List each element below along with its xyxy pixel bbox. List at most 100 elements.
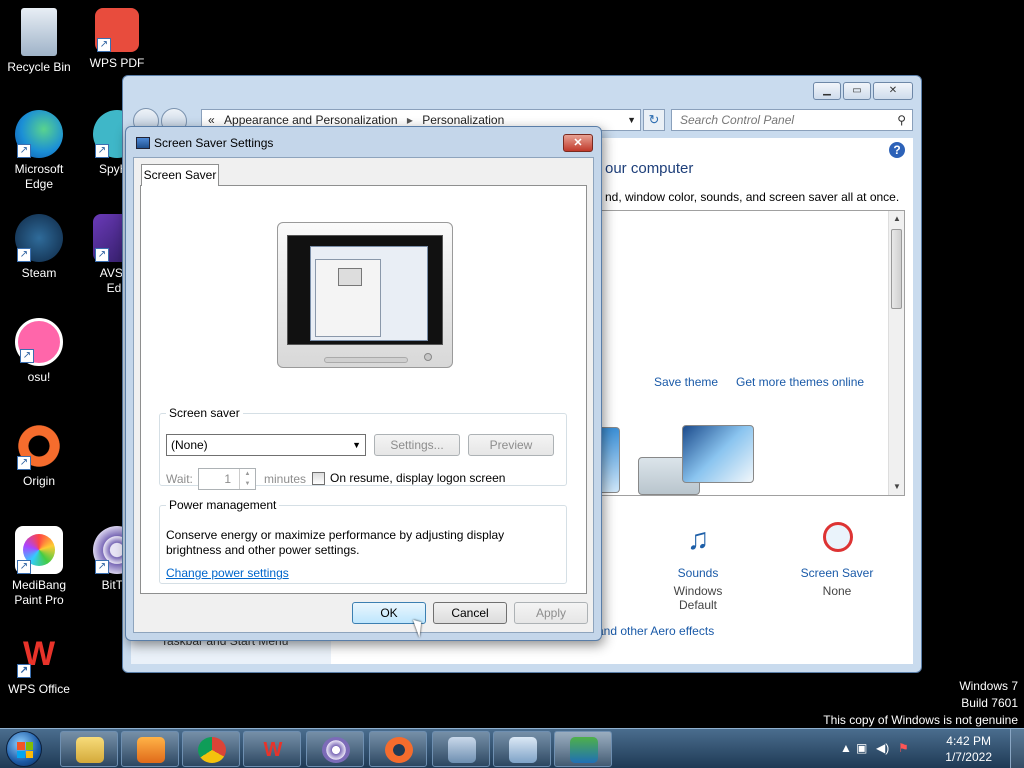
taskbar-chrome[interactable] xyxy=(182,731,240,767)
edge-icon: ↗ xyxy=(15,110,63,158)
close-button[interactable]: ✕ xyxy=(873,82,913,100)
power-management-group: Power management Conserve energy or maxi… xyxy=(159,498,567,584)
bittorrent-icon xyxy=(322,737,350,763)
screen-saver-selected: (None) xyxy=(171,438,208,452)
desktop-icon-medibang[interactable]: ↗ MediBang Paint Pro xyxy=(0,526,78,608)
desktop-icon-wps-pdf[interactable]: ↗ WPS PDF xyxy=(78,8,156,71)
wps-pdf-icon: ↗ xyxy=(95,8,139,52)
chevron-right-icon[interactable]: ▸ xyxy=(407,113,413,127)
theme-list[interactable]: Save theme Get more themes online ▲ ▼ xyxy=(597,210,905,496)
help-icon[interactable]: ? xyxy=(889,142,905,158)
taskbar-network-setup[interactable] xyxy=(432,731,490,767)
tab-screen-saver[interactable]: Screen Saver xyxy=(141,164,219,186)
shortcut-arrow-icon: ↗ xyxy=(95,560,109,574)
wait-minutes-input[interactable]: 1 ▲ ▼ xyxy=(198,468,256,490)
windows-watermark: Windows 7 Build 7601 This copy of Window… xyxy=(823,678,1018,729)
change-power-settings-link[interactable]: Change power settings xyxy=(166,566,289,580)
sounds-link[interactable]: Sounds xyxy=(653,566,743,580)
volume-icon[interactable]: ◀) xyxy=(876,741,889,755)
chevron-up-icon[interactable]: ▲ xyxy=(840,741,852,755)
taskbar-control-panel[interactable] xyxy=(493,731,551,767)
clock-date: 1/7/2022 xyxy=(945,750,992,764)
dialog-close-button[interactable]: ✕ xyxy=(563,134,593,152)
sounds-tile[interactable]: ♫ Sounds Windows Default xyxy=(653,518,743,612)
preview-button[interactable]: Preview xyxy=(468,434,554,456)
origin-icon: ↗ xyxy=(15,422,63,470)
wps-office-icon: W ↗ xyxy=(15,630,63,678)
theme-list-scrollbar[interactable]: ▲ ▼ xyxy=(888,211,904,495)
desktop-icon-label: Microsoft Edge xyxy=(14,162,64,191)
preview-screen xyxy=(287,235,443,345)
get-more-themes-link[interactable]: Get more themes online xyxy=(736,375,864,389)
clock[interactable]: 4:42 PM 1/7/2022 xyxy=(945,733,992,765)
network-setup-icon xyxy=(448,737,476,763)
dialog-title: Screen Saver Settings xyxy=(154,136,274,150)
breadcrumb-appearance[interactable]: Appearance and Personalization xyxy=(224,113,397,127)
clock-time: 4:42 PM xyxy=(946,734,991,748)
screen-saver-tile[interactable]: Screen Saver None xyxy=(787,518,887,598)
screen-saver-icon xyxy=(817,518,857,562)
scroll-down-icon[interactable]: ▼ xyxy=(889,479,905,495)
recycle-bin-icon xyxy=(21,8,57,56)
screen-saver-value: None xyxy=(822,584,852,598)
screen-saver-group: Screen saver (None) ▼ Settings... Previe… xyxy=(159,406,567,490)
search-icon[interactable]: ⚲ xyxy=(897,110,906,130)
steam-icon: ↗ xyxy=(15,214,63,262)
spinner-arrows-icon[interactable]: ▲ ▼ xyxy=(239,469,255,489)
taskbar-bittorrent[interactable] xyxy=(306,731,364,767)
cancel-button[interactable]: Cancel xyxy=(433,602,507,624)
scroll-thumb[interactable] xyxy=(891,229,902,309)
monitor-power-led xyxy=(424,353,432,361)
chevron-down-icon[interactable]: ▼ xyxy=(627,110,636,130)
screen-saver-select[interactable]: (None) ▼ xyxy=(166,434,366,456)
page-description: nd, window color, sounds, and screen sav… xyxy=(605,190,900,204)
aero-effects-link[interactable]: and other Aero effects xyxy=(597,624,714,638)
windows-logo-icon xyxy=(17,742,33,758)
shortcut-arrow-icon: ↗ xyxy=(17,456,31,470)
sounds-value: Windows Default xyxy=(673,584,723,612)
logon-screen-checkbox[interactable] xyxy=(312,472,325,485)
logon-screen-label[interactable]: On resume, display logon screen xyxy=(330,471,505,485)
desktop-icon-steam[interactable]: ↗ Steam xyxy=(0,214,78,281)
watermark-line: Build 7601 xyxy=(961,696,1018,710)
desktop-icon-label: Steam xyxy=(21,266,57,280)
search-input[interactable]: Search Control Panel ⚲ xyxy=(671,109,913,131)
breadcrumb-personalization[interactable]: Personalization xyxy=(422,113,504,127)
taskbar-media-player[interactable] xyxy=(121,731,179,767)
screen-saver-dialog: Screen Saver Settings ✕ Screen Saver Scr… xyxy=(125,126,602,641)
wait-value: 1 xyxy=(224,472,231,486)
maximize-button[interactable]: ▭ xyxy=(843,82,871,100)
show-desktop-button[interactable] xyxy=(1010,729,1024,768)
save-theme-link[interactable]: Save theme xyxy=(654,375,718,389)
minimize-button[interactable]: ▁ xyxy=(813,82,841,100)
desktop-icon-edge[interactable]: ↗ Microsoft Edge xyxy=(0,110,78,192)
shortcut-arrow-icon: ↗ xyxy=(97,38,111,52)
taskbar-file-explorer[interactable] xyxy=(60,731,118,767)
chevron-down-icon[interactable]: ▼ xyxy=(352,435,361,455)
breadcrumb-prefix[interactable]: « xyxy=(208,113,215,127)
taskbar-wps-office[interactable]: W xyxy=(243,731,301,767)
desktop-icon-label: Recycle Bin xyxy=(7,60,71,74)
desktop-icon-label: WPS PDF xyxy=(89,56,145,70)
settings-button[interactable]: Settings... xyxy=(374,434,460,456)
action-center-icon[interactable]: ⚑ xyxy=(898,741,909,755)
shortcut-arrow-icon: ↗ xyxy=(95,144,109,158)
control-panel-icon xyxy=(509,737,537,763)
refresh-button[interactable]: ↻ xyxy=(643,109,665,131)
start-button[interactable] xyxy=(6,731,42,767)
taskbar-display-settings[interactable] xyxy=(554,731,612,767)
desktop-icon-label: WPS Office xyxy=(8,682,70,696)
screen-saver-link[interactable]: Screen Saver xyxy=(787,566,887,580)
theme-thumbnail[interactable] xyxy=(682,425,754,483)
desktop-icon-label: MediBang Paint Pro xyxy=(11,578,67,607)
desktop-icon-osu[interactable]: ↗ osu! xyxy=(0,318,78,385)
osu-icon: ↗ xyxy=(15,318,63,366)
desktop-icon-origin[interactable]: ↗ Origin xyxy=(0,422,78,489)
apply-button[interactable]: Apply xyxy=(514,602,588,624)
desktop-icon-recycle-bin[interactable]: Recycle Bin xyxy=(0,8,78,75)
taskbar-origin[interactable] xyxy=(369,731,427,767)
network-icon[interactable]: ▣ xyxy=(856,741,867,755)
scroll-up-icon[interactable]: ▲ xyxy=(889,211,905,227)
desktop-icon-wps-office[interactable]: W ↗ WPS Office xyxy=(0,630,78,697)
desktop-icon-label: osu! xyxy=(27,370,51,384)
